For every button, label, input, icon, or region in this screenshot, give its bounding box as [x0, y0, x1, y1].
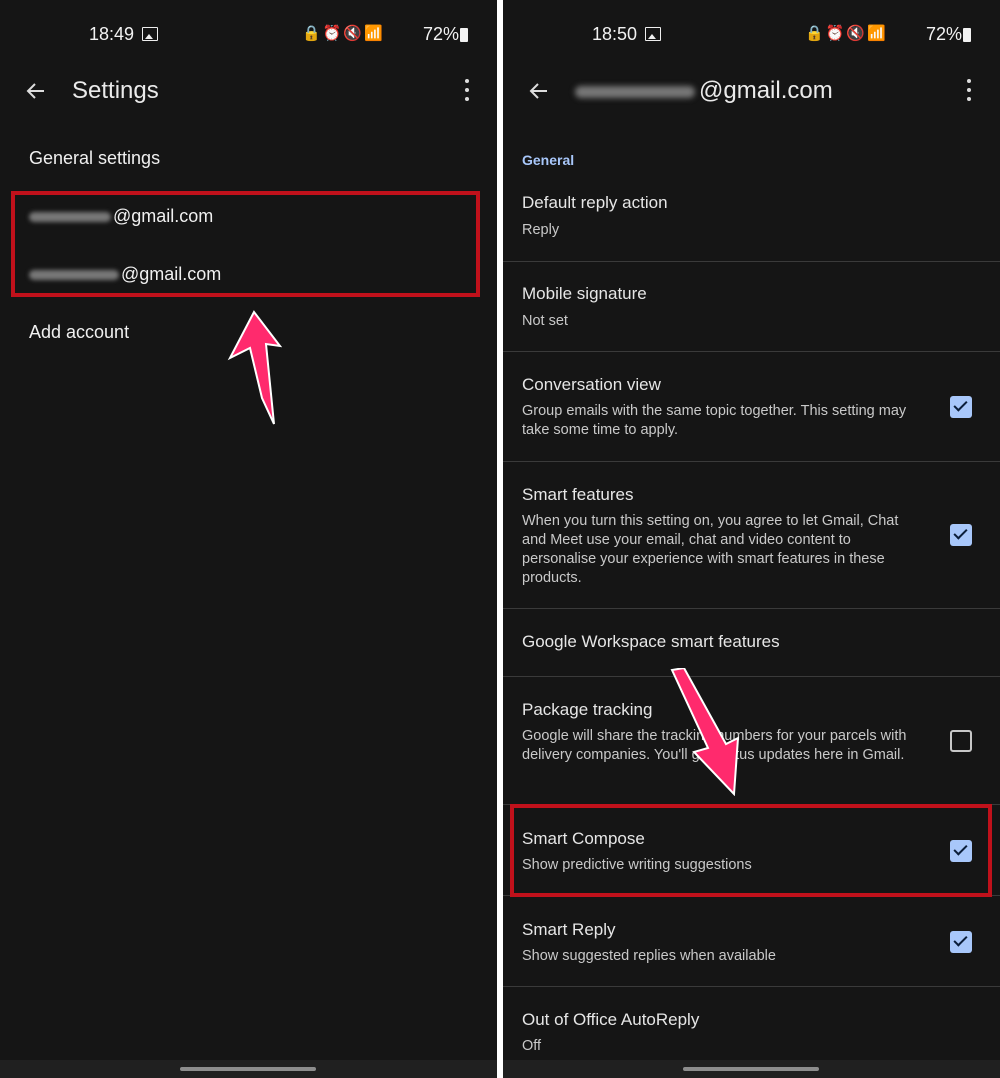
- back-arrow-icon[interactable]: [527, 79, 551, 103]
- setting-workspace-smart-features[interactable]: Google Workspace smart features: [503, 622, 1000, 676]
- setting-out-of-office[interactable]: Out of Office AutoReply Off: [503, 1001, 1000, 1061]
- divider: [503, 986, 1000, 987]
- status-bar: 18:49 🔒⏰🔇📶 72%: [0, 20, 497, 50]
- divider: [503, 461, 1000, 462]
- setting-smart-features[interactable]: Smart features When you turn this settin…: [503, 476, 1000, 608]
- setting-default-reply-action[interactable]: Default reply action Reply: [503, 185, 1000, 261]
- smart-reply-checkbox[interactable]: [950, 931, 972, 953]
- image-notification-icon: [142, 27, 158, 41]
- status-icons: 🔒⏰🔇📶: [302, 25, 385, 42]
- divider: [503, 261, 1000, 262]
- more-options-icon[interactable]: [966, 79, 972, 101]
- general-settings-item[interactable]: General settings: [29, 148, 160, 169]
- gesture-nav-bar: [503, 1060, 1000, 1078]
- conversation-view-checkbox[interactable]: [950, 396, 972, 418]
- section-header-general: General: [522, 152, 575, 168]
- back-arrow-icon[interactable]: [24, 79, 48, 103]
- status-time: 18:50: [592, 24, 638, 44]
- add-account-item[interactable]: Add account: [29, 322, 129, 343]
- page-title: @gmail.com: [575, 77, 833, 105]
- gesture-nav-bar: [0, 1060, 497, 1078]
- account-settings-screen: 18:50 🔒⏰🔇📶 72% @gmail.com General Defaul…: [503, 0, 1000, 1078]
- battery-icon: [460, 28, 468, 42]
- setting-smart-reply[interactable]: Smart Reply Show suggested replies when …: [503, 911, 1000, 987]
- highlight-box-accounts: [11, 191, 480, 297]
- setting-conversation-view[interactable]: Conversation view Group emails with the …: [503, 366, 1000, 462]
- battery-icon: [963, 28, 971, 42]
- setting-mobile-signature[interactable]: Mobile signature Not set: [503, 276, 1000, 352]
- divider: [503, 608, 1000, 609]
- image-notification-icon: [645, 27, 661, 41]
- more-options-icon[interactable]: [464, 79, 470, 101]
- redacted-email: [575, 85, 695, 98]
- pointer-arrow-icon: [670, 668, 740, 796]
- app-bar: Settings: [0, 65, 497, 117]
- setting-package-tracking[interactable]: Package tracking Google will share the t…: [503, 691, 1000, 805]
- status-icons: 🔒⏰🔇📶: [805, 25, 888, 42]
- home-indicator[interactable]: [683, 1067, 819, 1071]
- highlight-box-smart-compose: [510, 804, 992, 897]
- divider: [503, 676, 1000, 677]
- status-time: 18:49: [89, 24, 135, 44]
- divider: [503, 351, 1000, 352]
- battery-level: 72%: [423, 24, 460, 44]
- package-tracking-checkbox[interactable]: [950, 730, 972, 752]
- settings-screen: 18:49 🔒⏰🔇📶 72% Settings General settings…: [0, 0, 497, 1078]
- app-bar: @gmail.com: [503, 65, 1000, 117]
- pointer-arrow-icon: [227, 310, 282, 425]
- smart-features-checkbox[interactable]: [950, 524, 972, 546]
- status-bar: 18:50 🔒⏰🔇📶 72%: [503, 20, 1000, 50]
- page-title: Settings: [72, 77, 159, 104]
- home-indicator[interactable]: [180, 1067, 316, 1071]
- battery-level: 72%: [926, 24, 963, 44]
